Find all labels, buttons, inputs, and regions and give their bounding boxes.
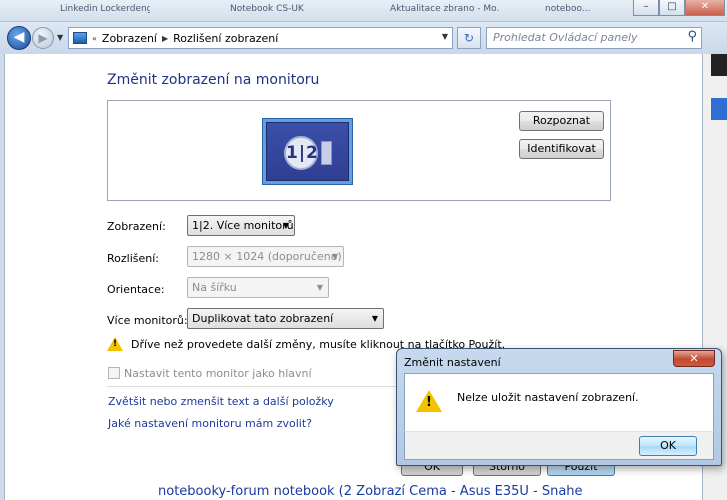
multi-monitor-label: Více monitorů: — [107, 314, 188, 327]
forward-button[interactable]: ▶ — [32, 27, 54, 49]
identify-button[interactable]: Identifikovat — [519, 139, 604, 159]
display-label: Zobrazení: — [107, 220, 166, 233]
background-block — [711, 98, 727, 120]
chevron-down-icon: ▼ — [282, 221, 289, 230]
chevron-down-icon[interactable]: ▼ — [442, 32, 448, 41]
history-dropdown-icon[interactable]: ▼ — [57, 33, 63, 42]
breadcrumb-rozliseni[interactable]: Rozlišení zobrazení — [173, 32, 278, 45]
orientation-select: Na šířku ▼ — [187, 277, 329, 298]
multi-monitor-select[interactable]: Duplikovat tato zobrazení ▼ — [187, 308, 384, 329]
background-block — [711, 54, 727, 76]
close-window-button[interactable]: ✕ — [685, 0, 725, 16]
dialog-close-button[interactable]: ✕ — [673, 350, 715, 367]
background-page-text: notebooky-forum notebook (2 Zobrazí Cema… — [158, 484, 583, 499]
refresh-icon: ↻ — [463, 31, 475, 45]
main-monitor-label: Nastavit tento monitor jako hlavní — [124, 367, 312, 380]
background-tab[interactable]: Notebook CS-UK — [230, 4, 310, 18]
chevron-down-icon: ▼ — [316, 283, 323, 292]
search-placeholder: Prohledat Ovládací panely — [493, 31, 638, 44]
dialog-ok-button[interactable]: OK — [639, 436, 697, 456]
page-title: Změnit zobrazení na monitoru — [107, 72, 320, 88]
minimize-button[interactable]: – — [633, 0, 659, 16]
dialog-message: Nelze uložit nastavení zobrazení. — [457, 391, 639, 404]
display-select[interactable]: 1|2. Více monitorů ▼ — [187, 215, 295, 236]
multi-monitor-select-value: Duplikovat tato zobrazení — [192, 312, 334, 325]
dialog-title: Změnit nastavení — [404, 356, 501, 369]
maximize-button[interactable]: □ — [659, 0, 685, 16]
refresh-button[interactable]: ↻ — [457, 27, 481, 49]
search-icon[interactable]: ⚲ — [687, 29, 697, 44]
text-size-link[interactable]: Zvětšit nebo zmenšit text a další položk… — [108, 395, 334, 408]
dialog-body: ! Nelze uložit nastavení zobrazení. — [404, 373, 714, 431]
monitor-number: 1|2 — [284, 136, 318, 170]
breadcrumb-separator: « — [92, 33, 97, 43]
background-tab[interactable]: Aktualitace zbrano - Mo... — [390, 4, 500, 18]
resolution-select: 1280 × 1024 (doporučeno) ▼ — [187, 246, 344, 267]
background-tab[interactable]: Linkedin Lockerdeng — [60, 4, 150, 18]
arrow-left-icon: ◀ — [13, 29, 25, 45]
chevron-down-icon: ▼ — [331, 252, 338, 261]
monitor-side-icon — [321, 141, 332, 165]
control-panel-icon — [73, 32, 87, 44]
dialog-footer: OK — [404, 431, 714, 460]
error-dialog: Změnit nastavení ✕ ! Nelze uložit nastav… — [396, 348, 722, 466]
background-tab[interactable]: noteboo... — [545, 4, 605, 18]
resolution-select-value: 1280 × 1024 (doporučeno) — [192, 250, 342, 263]
orientation-select-value: Na šířku — [192, 281, 237, 294]
background-taskbar: Linkedin Lockerdeng Notebook CS-UK Aktua… — [0, 0, 727, 22]
back-button[interactable]: ◀ — [7, 26, 31, 50]
warning-icon: ! — [416, 390, 442, 412]
warning-icon: ! — [107, 337, 123, 351]
chevron-right-icon: ▶ — [162, 33, 169, 43]
main-monitor-checkbox — [108, 367, 120, 379]
search-input[interactable]: Prohledat Ovládací panely ⚲ — [486, 27, 702, 49]
orientation-label: Orientace: — [107, 283, 165, 296]
monitor-icon[interactable]: 1|2 — [262, 118, 353, 185]
navigation-bar: ◀ ▶ ▼ « Zobrazení ▶ Rozlišení zobrazení … — [0, 22, 727, 54]
arrow-right-icon: ▶ — [38, 31, 48, 45]
window-controls: – □ ✕ — [633, 0, 725, 16]
detect-button[interactable]: Rozpoznat — [519, 111, 604, 131]
breadcrumb-zobrazeni[interactable]: Zobrazení — [102, 32, 157, 45]
display-select-value: 1|2. Více monitorů — [192, 219, 294, 232]
resolution-label: Rozlišení: — [107, 252, 159, 265]
chevron-down-icon: ▼ — [371, 314, 378, 323]
monitor-preview: 1|2 Rozpoznat Identifikovat — [107, 100, 611, 201]
address-bar[interactable]: « Zobrazení ▶ Rozlišení zobrazení ▼ — [68, 27, 453, 49]
which-settings-link[interactable]: Jaké nastavení monitoru mám zvolit? — [108, 417, 312, 430]
